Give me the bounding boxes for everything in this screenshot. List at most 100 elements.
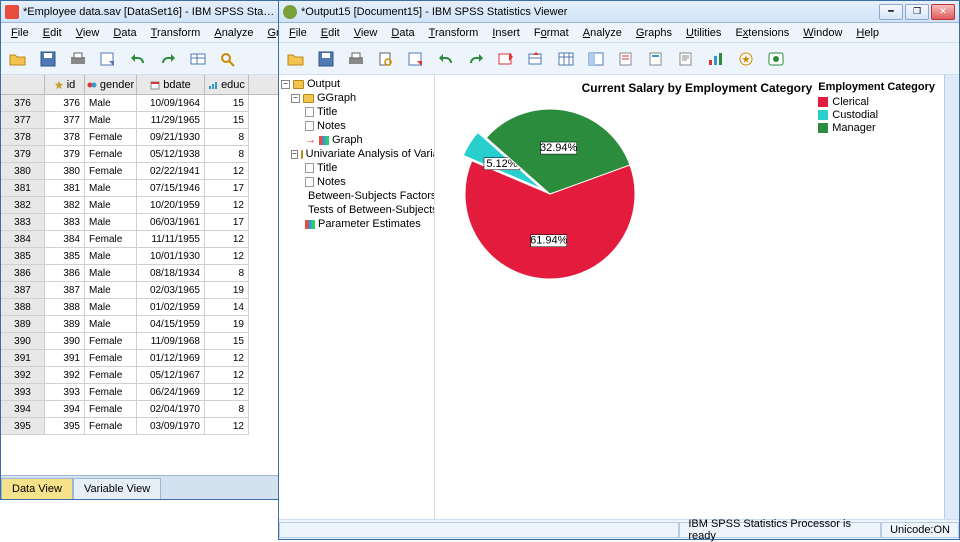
undo-button[interactable] — [125, 46, 151, 72]
redo-button[interactable] — [155, 46, 181, 72]
table-row[interactable]: 376376Male10/09/196415 — [1, 95, 279, 112]
preview-button[interactable] — [373, 46, 399, 72]
col-educ[interactable]: educ — [205, 75, 249, 94]
tree-ggraph[interactable]: −GGraph — [281, 91, 432, 105]
table-row[interactable]: 393393Female06/24/196912 — [1, 384, 279, 401]
menu-data[interactable]: Data — [385, 25, 420, 41]
menu-transform[interactable]: Transform — [145, 25, 207, 41]
data-grid[interactable]: id gender bdate educ 376376Male10/09/196… — [1, 75, 279, 475]
find-button[interactable] — [215, 46, 241, 72]
output-outline[interactable]: −Output −GGraph Title Notes →Graph −Univ… — [279, 75, 435, 519]
table-row[interactable]: 377377Male11/29/196515 — [1, 112, 279, 129]
open-button[interactable] — [5, 46, 31, 72]
tree-ggraph-notes[interactable]: Notes — [281, 119, 432, 133]
export-button[interactable] — [403, 46, 429, 72]
viewer-menubar: File Edit View Data Transform Insert For… — [279, 23, 959, 43]
table-row[interactable]: 388388Male01/02/195914 — [1, 299, 279, 316]
menu-graphs[interactable]: Graphs — [630, 25, 678, 41]
table-row[interactable]: 395395Female03/09/197012 — [1, 418, 279, 435]
designate-button[interactable] — [733, 46, 759, 72]
menu-analyze[interactable]: Analyze — [208, 25, 259, 41]
tree-anova-tests[interactable]: Tests of Between-Subjects — [281, 203, 432, 217]
menu-edit[interactable]: Edit — [37, 25, 68, 41]
col-rownum[interactable] — [1, 75, 45, 94]
table-row[interactable]: 384384Female11/11/195512 — [1, 231, 279, 248]
menu-analyze[interactable]: Analyze — [577, 25, 628, 41]
table-row[interactable]: 382382Male10/20/195912 — [1, 197, 279, 214]
viewer-titlebar[interactable]: *Output15 [Document15] - IBM SPSS Statis… — [279, 1, 959, 23]
print-button[interactable] — [65, 46, 91, 72]
menu-utilities[interactable]: Utilities — [680, 25, 727, 41]
svg-text:32.94%: 32.94% — [540, 142, 578, 154]
chart-button[interactable] — [703, 46, 729, 72]
select-button[interactable] — [583, 46, 609, 72]
save-button[interactable] — [35, 46, 61, 72]
editor-toolbar — [1, 43, 279, 75]
table-row[interactable]: 390390Female11/09/196815 — [1, 333, 279, 350]
save-button[interactable] — [313, 46, 339, 72]
menu-edit[interactable]: Edit — [315, 25, 346, 41]
close-button[interactable]: ✕ — [931, 4, 955, 20]
menu-view[interactable]: View — [70, 25, 106, 41]
viewer-title: *Output15 [Document15] - IBM SPSS Statis… — [301, 6, 875, 18]
grid-body[interactable]: 376376Male10/09/196415377377Male11/29/19… — [1, 95, 279, 435]
undo-button[interactable] — [433, 46, 459, 72]
col-bdate[interactable]: bdate — [137, 75, 205, 94]
tree-ggraph-graph[interactable]: →Graph — [281, 133, 432, 147]
table-row[interactable]: 392392Female05/12/196712 — [1, 367, 279, 384]
tree-anova[interactable]: −Univariate Analysis of Variance — [281, 147, 432, 161]
table-row[interactable]: 385385Male10/01/193012 — [1, 248, 279, 265]
table-row[interactable]: 391391Female01/12/196912 — [1, 350, 279, 367]
menu-help[interactable]: Help — [850, 25, 885, 41]
col-id[interactable]: id — [45, 75, 85, 94]
tree-anova-title[interactable]: Title — [281, 161, 432, 175]
recall-button[interactable] — [95, 46, 121, 72]
tab-variable-view[interactable]: Variable View — [73, 478, 161, 499]
table-row[interactable]: 381381Male07/15/194617 — [1, 180, 279, 197]
tree-ggraph-title[interactable]: Title — [281, 105, 432, 119]
goto-data-button[interactable] — [493, 46, 519, 72]
chart-legend: Employment Category Clerical Custodial M… — [818, 81, 935, 135]
table-row[interactable]: 378378Female09/21/19308 — [1, 129, 279, 146]
table-row[interactable]: 379379Female05/12/19388 — [1, 146, 279, 163]
table-row[interactable]: 387387Male02/03/196519 — [1, 282, 279, 299]
tree-anova-notes[interactable]: Notes — [281, 175, 432, 189]
goto-button[interactable] — [185, 46, 211, 72]
table-row[interactable]: 383383Male06/03/196117 — [1, 214, 279, 231]
minimize-button[interactable]: ━ — [879, 4, 903, 20]
table-row[interactable]: 394394Female02/04/19708 — [1, 401, 279, 418]
menu-transform[interactable]: Transform — [423, 25, 485, 41]
print-button[interactable] — [343, 46, 369, 72]
tree-anova-factors[interactable]: Between-Subjects Factors — [281, 189, 432, 203]
variables-button[interactable] — [553, 46, 579, 72]
insert-text-button[interactable] — [673, 46, 699, 72]
table-row[interactable]: 386386Male08/18/19348 — [1, 265, 279, 282]
table-row[interactable]: 389389Male04/15/195919 — [1, 316, 279, 333]
tree-anova-params[interactable]: Parameter Estimates — [281, 217, 432, 231]
menu-insert[interactable]: Insert — [486, 25, 526, 41]
tab-data-view[interactable]: Data View — [1, 478, 73, 499]
menu-data[interactable]: Data — [107, 25, 142, 41]
redo-button[interactable] — [463, 46, 489, 72]
editor-titlebar[interactable]: *Employee data.sav [DataSet16] - IBM SPS… — [1, 1, 279, 23]
open-button[interactable] — [283, 46, 309, 72]
menu-file[interactable]: File — [283, 25, 313, 41]
table-row[interactable]: 380380Female02/22/194112 — [1, 163, 279, 180]
menu-extensions[interactable]: Extensions — [729, 25, 795, 41]
menu-file[interactable]: File — [5, 25, 35, 41]
pie-chart[interactable]: 61.94%5.12%32.94% — [445, 99, 949, 519]
legend-swatch-clerical — [818, 97, 828, 107]
output-main-pane[interactable]: Current Salary by Employment Category Em… — [435, 75, 959, 519]
status-empty — [279, 522, 679, 538]
col-gender[interactable]: gender — [85, 75, 137, 94]
insert-title-button[interactable] — [643, 46, 669, 72]
editor-title: *Employee data.sav [DataSet16] - IBM SPS… — [23, 6, 275, 18]
run-button[interactable] — [763, 46, 789, 72]
tree-output[interactable]: −Output — [281, 77, 432, 91]
goto-case-button[interactable] — [523, 46, 549, 72]
maximize-button[interactable]: ❐ — [905, 4, 929, 20]
insert-heading-button[interactable] — [613, 46, 639, 72]
menu-window[interactable]: Window — [797, 25, 848, 41]
menu-format[interactable]: Format — [528, 25, 575, 41]
menu-view[interactable]: View — [348, 25, 384, 41]
